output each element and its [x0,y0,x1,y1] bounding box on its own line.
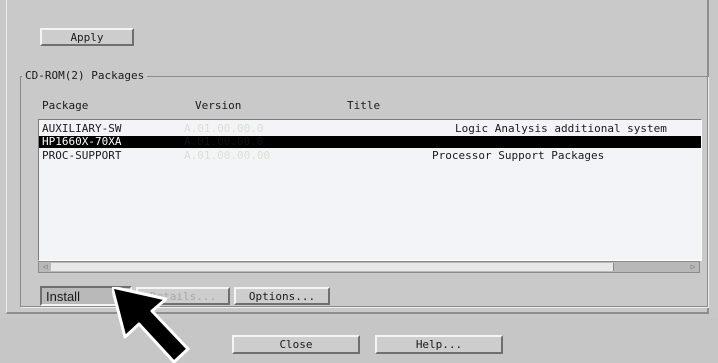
scroll-right-arrow-icon[interactable]: ▷ [688,262,698,272]
column-header-version[interactable]: Version [195,99,241,112]
help-button[interactable]: Help... [375,335,503,354]
arrow-pointer-icon [112,287,190,363]
package-list[interactable]: AUXILIARY-SW A.01.00.00.0 Logic Analysis… [38,119,702,261]
package-name: PROC-SUPPORT [42,149,122,162]
package-name: HP1660X-70XA [42,135,122,148]
package-title: Processor Support Packages [432,149,605,162]
package-version: A.01.00.00.0 [184,122,264,135]
column-header-title[interactable]: Title [347,99,380,112]
package-version: A.01.00.00.0 [184,135,264,148]
package-row[interactable]: AUXILIARY-SW A.01.00.00.0 Logic Analysis… [39,123,701,135]
options-button[interactable]: Options... [234,287,330,305]
package-title: Logic Analysis additional system [455,122,667,135]
package-row[interactable]: PROC-SUPPORT A.01.00.00.00 Processor Sup… [39,150,701,162]
apply-button[interactable]: Apply [40,28,134,46]
package-install-window: Apply CD-ROM(2) Packages Package Version… [0,0,718,363]
scrollbar-thumb[interactable] [51,263,614,271]
close-button[interactable]: Close [232,335,360,354]
scroll-left-arrow-icon[interactable]: ◁ [40,262,50,272]
package-name: AUXILIARY-SW [42,122,122,135]
package-row-selected[interactable]: HP1660X-70XA A.01.00.00.0 [39,136,701,148]
packages-group-title: CD-ROM(2) Packages [22,69,148,82]
horizontal-scrollbar[interactable]: ◁ ▷ [38,261,700,273]
column-header-package[interactable]: Package [42,99,88,112]
package-version: A.01.00.00.00 [184,149,271,162]
